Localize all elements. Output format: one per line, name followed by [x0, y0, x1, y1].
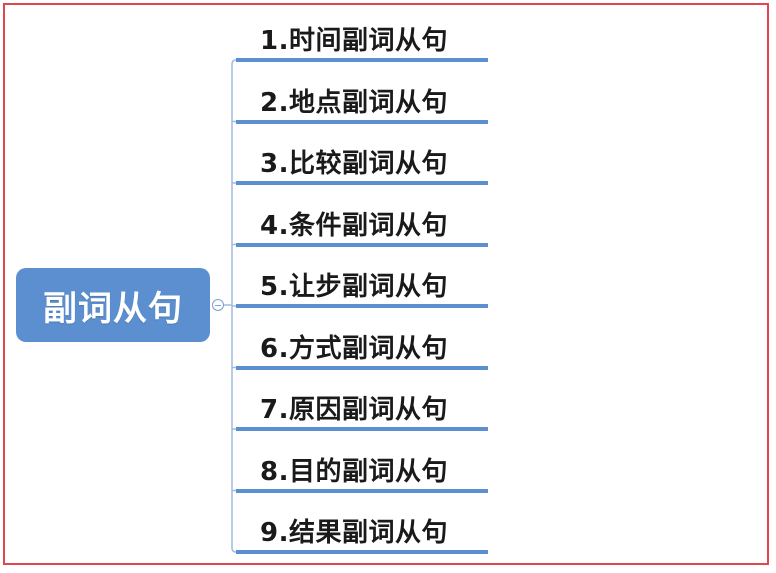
- branch-node-2[interactable]: 2.地点副词从句: [236, 80, 488, 124]
- branch-label: 5.让步副词从句: [260, 272, 448, 302]
- branch-underline: [236, 488, 488, 493]
- branch-label: 3.比较副词从句: [260, 149, 448, 179]
- branch-label: 7.原因副词从句: [260, 395, 448, 425]
- branch-underline: [236, 119, 488, 124]
- branch-label: 4.条件副词从句: [260, 210, 448, 241]
- branch-node-3[interactable]: 3.比较副词从句: [236, 141, 488, 185]
- root-node-label: 副词从句: [43, 288, 183, 329]
- branch-node-6[interactable]: 6.方式副词从句: [236, 326, 488, 370]
- branch-underline: [236, 427, 488, 431]
- branch-node-5[interactable]: 5.让步副词从句: [236, 264, 488, 308]
- branch-underline: [236, 242, 488, 247]
- branch-underline: [236, 365, 488, 370]
- branch-label: 9.结果副词从句: [260, 518, 448, 548]
- branch-label: 8.目的副词从句: [260, 456, 448, 487]
- branch-label: 6.方式副词从句: [260, 333, 448, 364]
- branch-underline: [236, 304, 488, 308]
- branch-underline: [236, 58, 488, 62]
- branch-underline: [236, 550, 488, 554]
- branch-node-1[interactable]: 1.时间副词从句: [236, 18, 488, 62]
- branch-node-7[interactable]: 7.原因副词从句: [236, 387, 488, 431]
- branch-label: 1.时间副词从句: [260, 26, 448, 56]
- branch-label: 2.地点副词从句: [260, 87, 448, 118]
- root-node[interactable]: 副词从句: [16, 268, 210, 342]
- branch-node-8[interactable]: 8.目的副词从句: [236, 449, 488, 493]
- branch-underline: [236, 181, 488, 185]
- branch-node-4[interactable]: 4.条件副词从句: [236, 203, 488, 247]
- branch-node-9[interactable]: 9.结果副词从句: [236, 510, 488, 554]
- collapse-toggle-icon[interactable]: [212, 299, 224, 311]
